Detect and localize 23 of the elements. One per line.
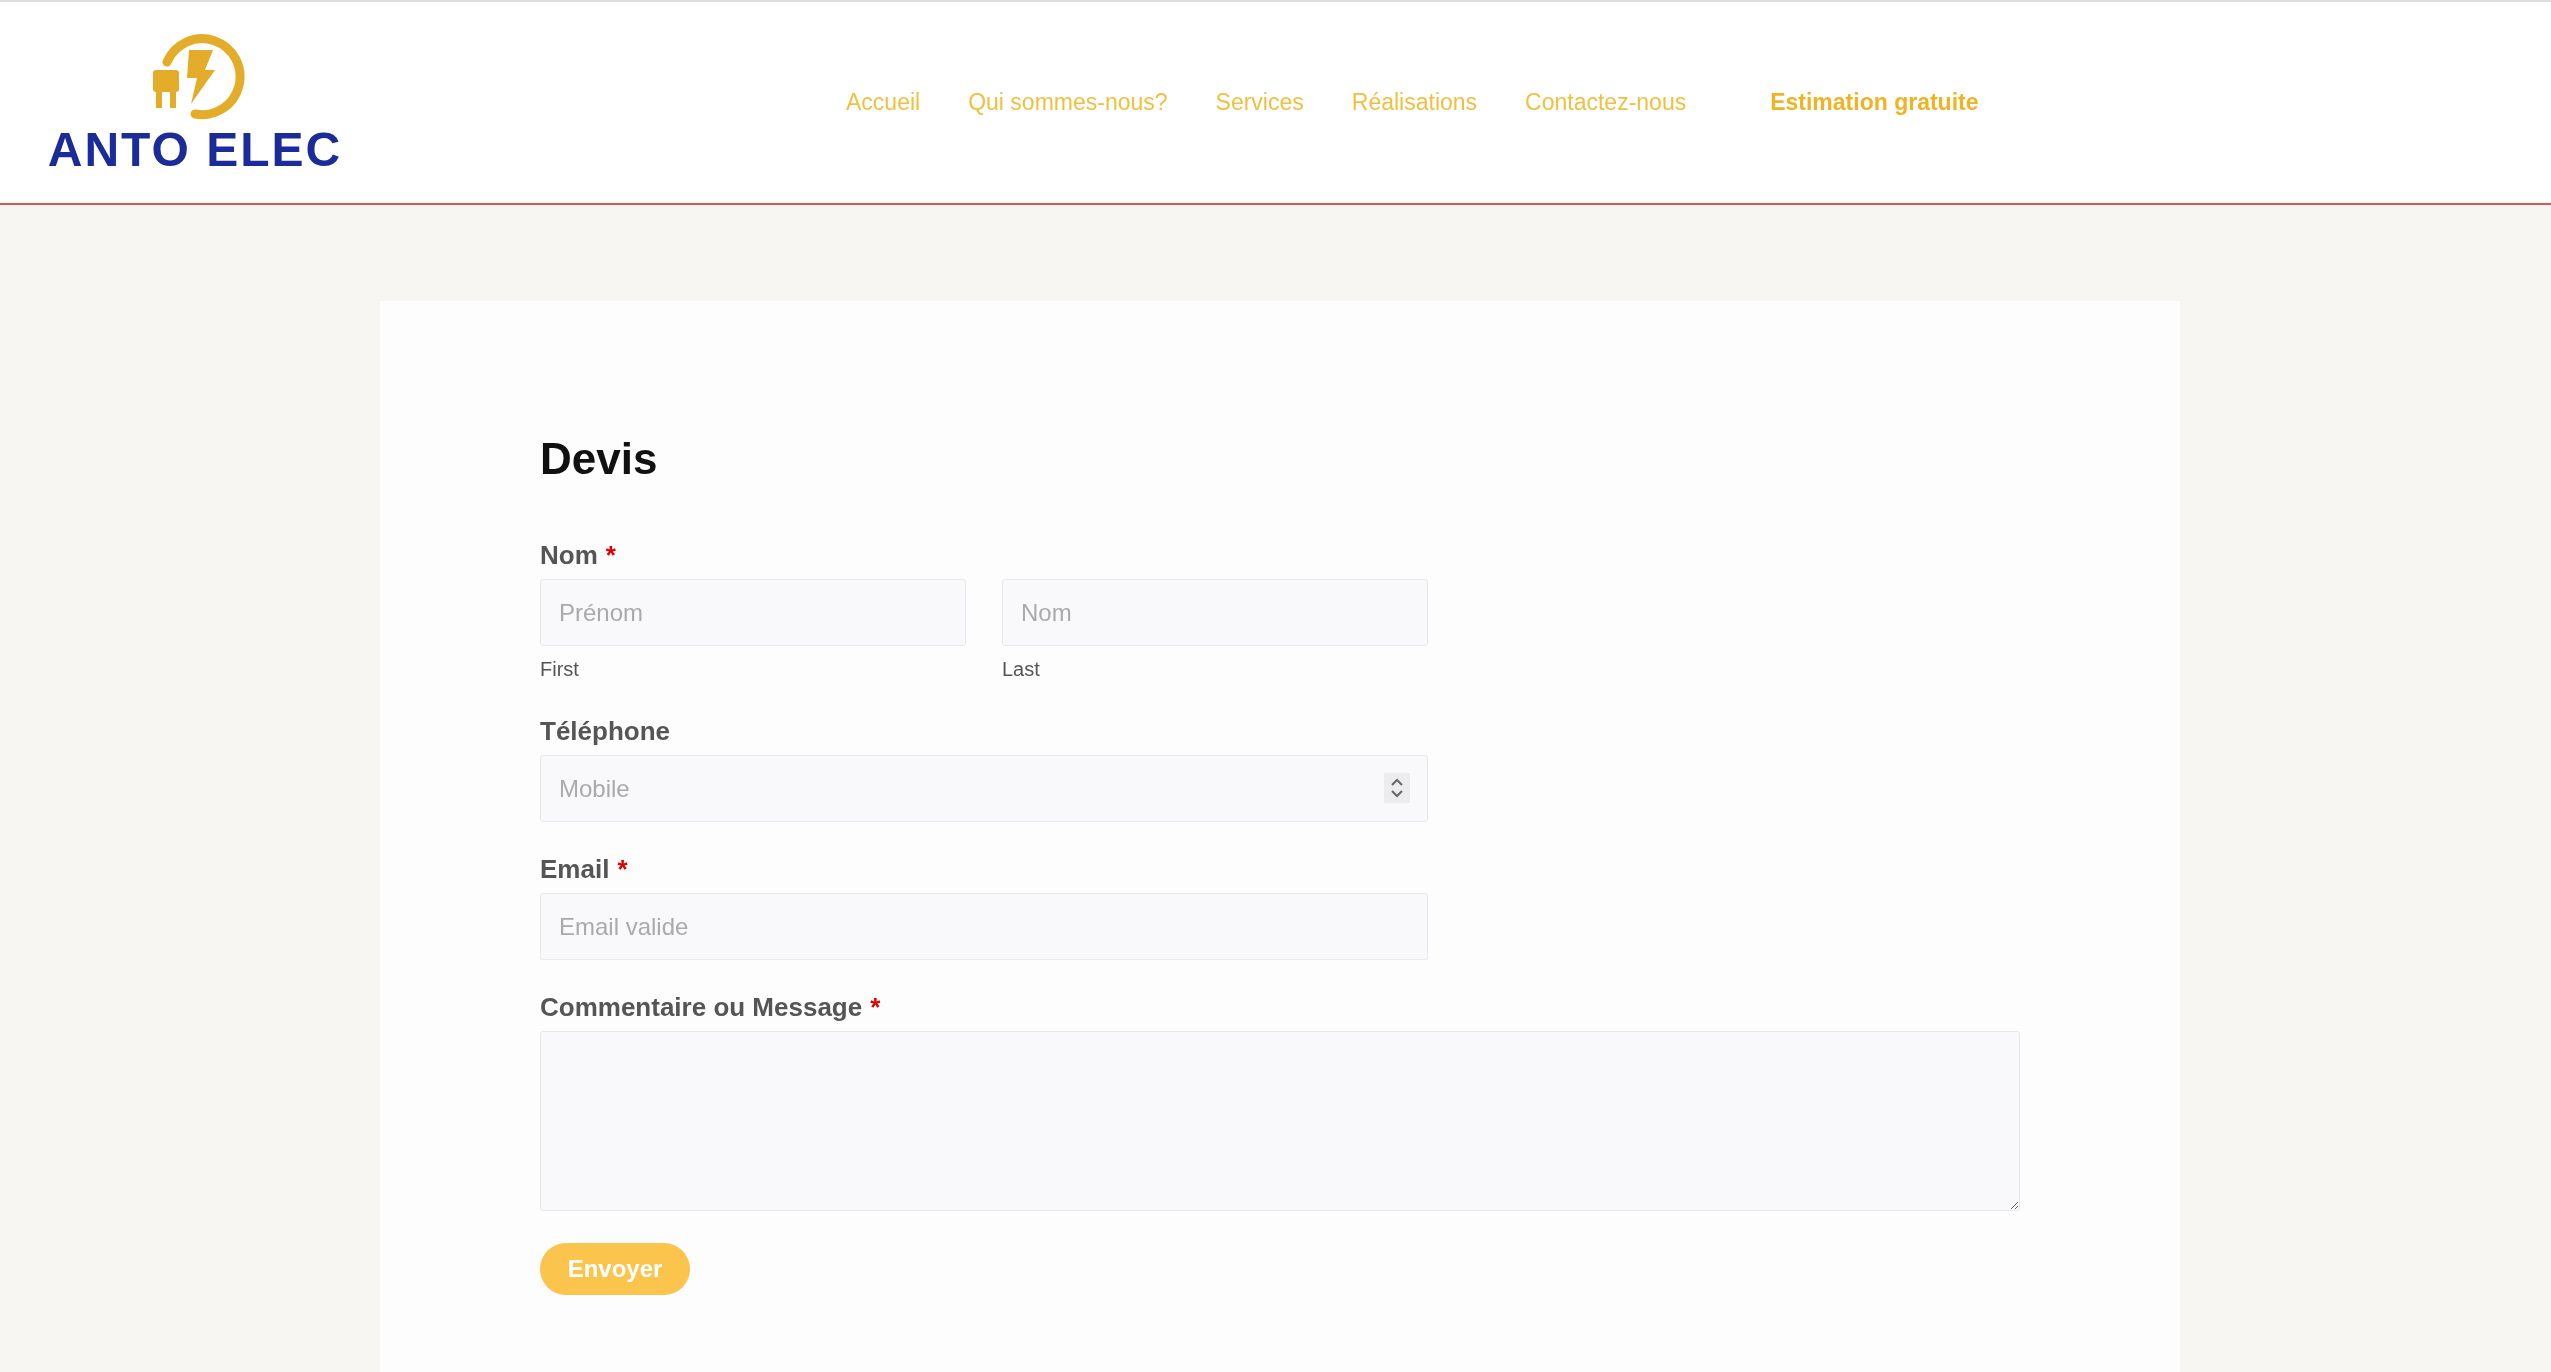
nav-link[interactable]: Réalisations [1351, 85, 1478, 120]
spinner-icon[interactable] [1384, 773, 1410, 803]
input-field[interactable]: Prénom [540, 579, 966, 646]
nav-link[interactable]: Qui sommes-nous? [968, 85, 1168, 120]
sublabel: First [540, 657, 580, 682]
phone-input-field[interactable]: Mobile [540, 755, 1428, 822]
field-label: Nom [540, 539, 598, 572]
sublabel: Last [1002, 657, 1041, 682]
required-asterisk: * [870, 991, 881, 1024]
required-asterisk: * [605, 539, 616, 572]
input-field[interactable]: Nom [1002, 579, 1428, 646]
nav-link[interactable]: Contactez-nous [1525, 85, 1687, 120]
input-field[interactable]: Email valide [540, 893, 1428, 960]
nav-link[interactable]: Services [1215, 85, 1304, 120]
field-label: Email [540, 853, 610, 886]
field-label: Téléphone [540, 715, 670, 748]
nav-link[interactable]: Accueil [846, 85, 921, 120]
form-title: Devis [540, 433, 659, 485]
field-label: Commentaire ou Message [540, 991, 863, 1024]
required-asterisk: * [617, 853, 628, 886]
logo-text: ANTO ELEC [47, 125, 343, 174]
submit-button[interactable]: Envoyer [540, 1243, 690, 1295]
nav-cta-link[interactable]: Estimation gratuite [1770, 85, 1979, 120]
